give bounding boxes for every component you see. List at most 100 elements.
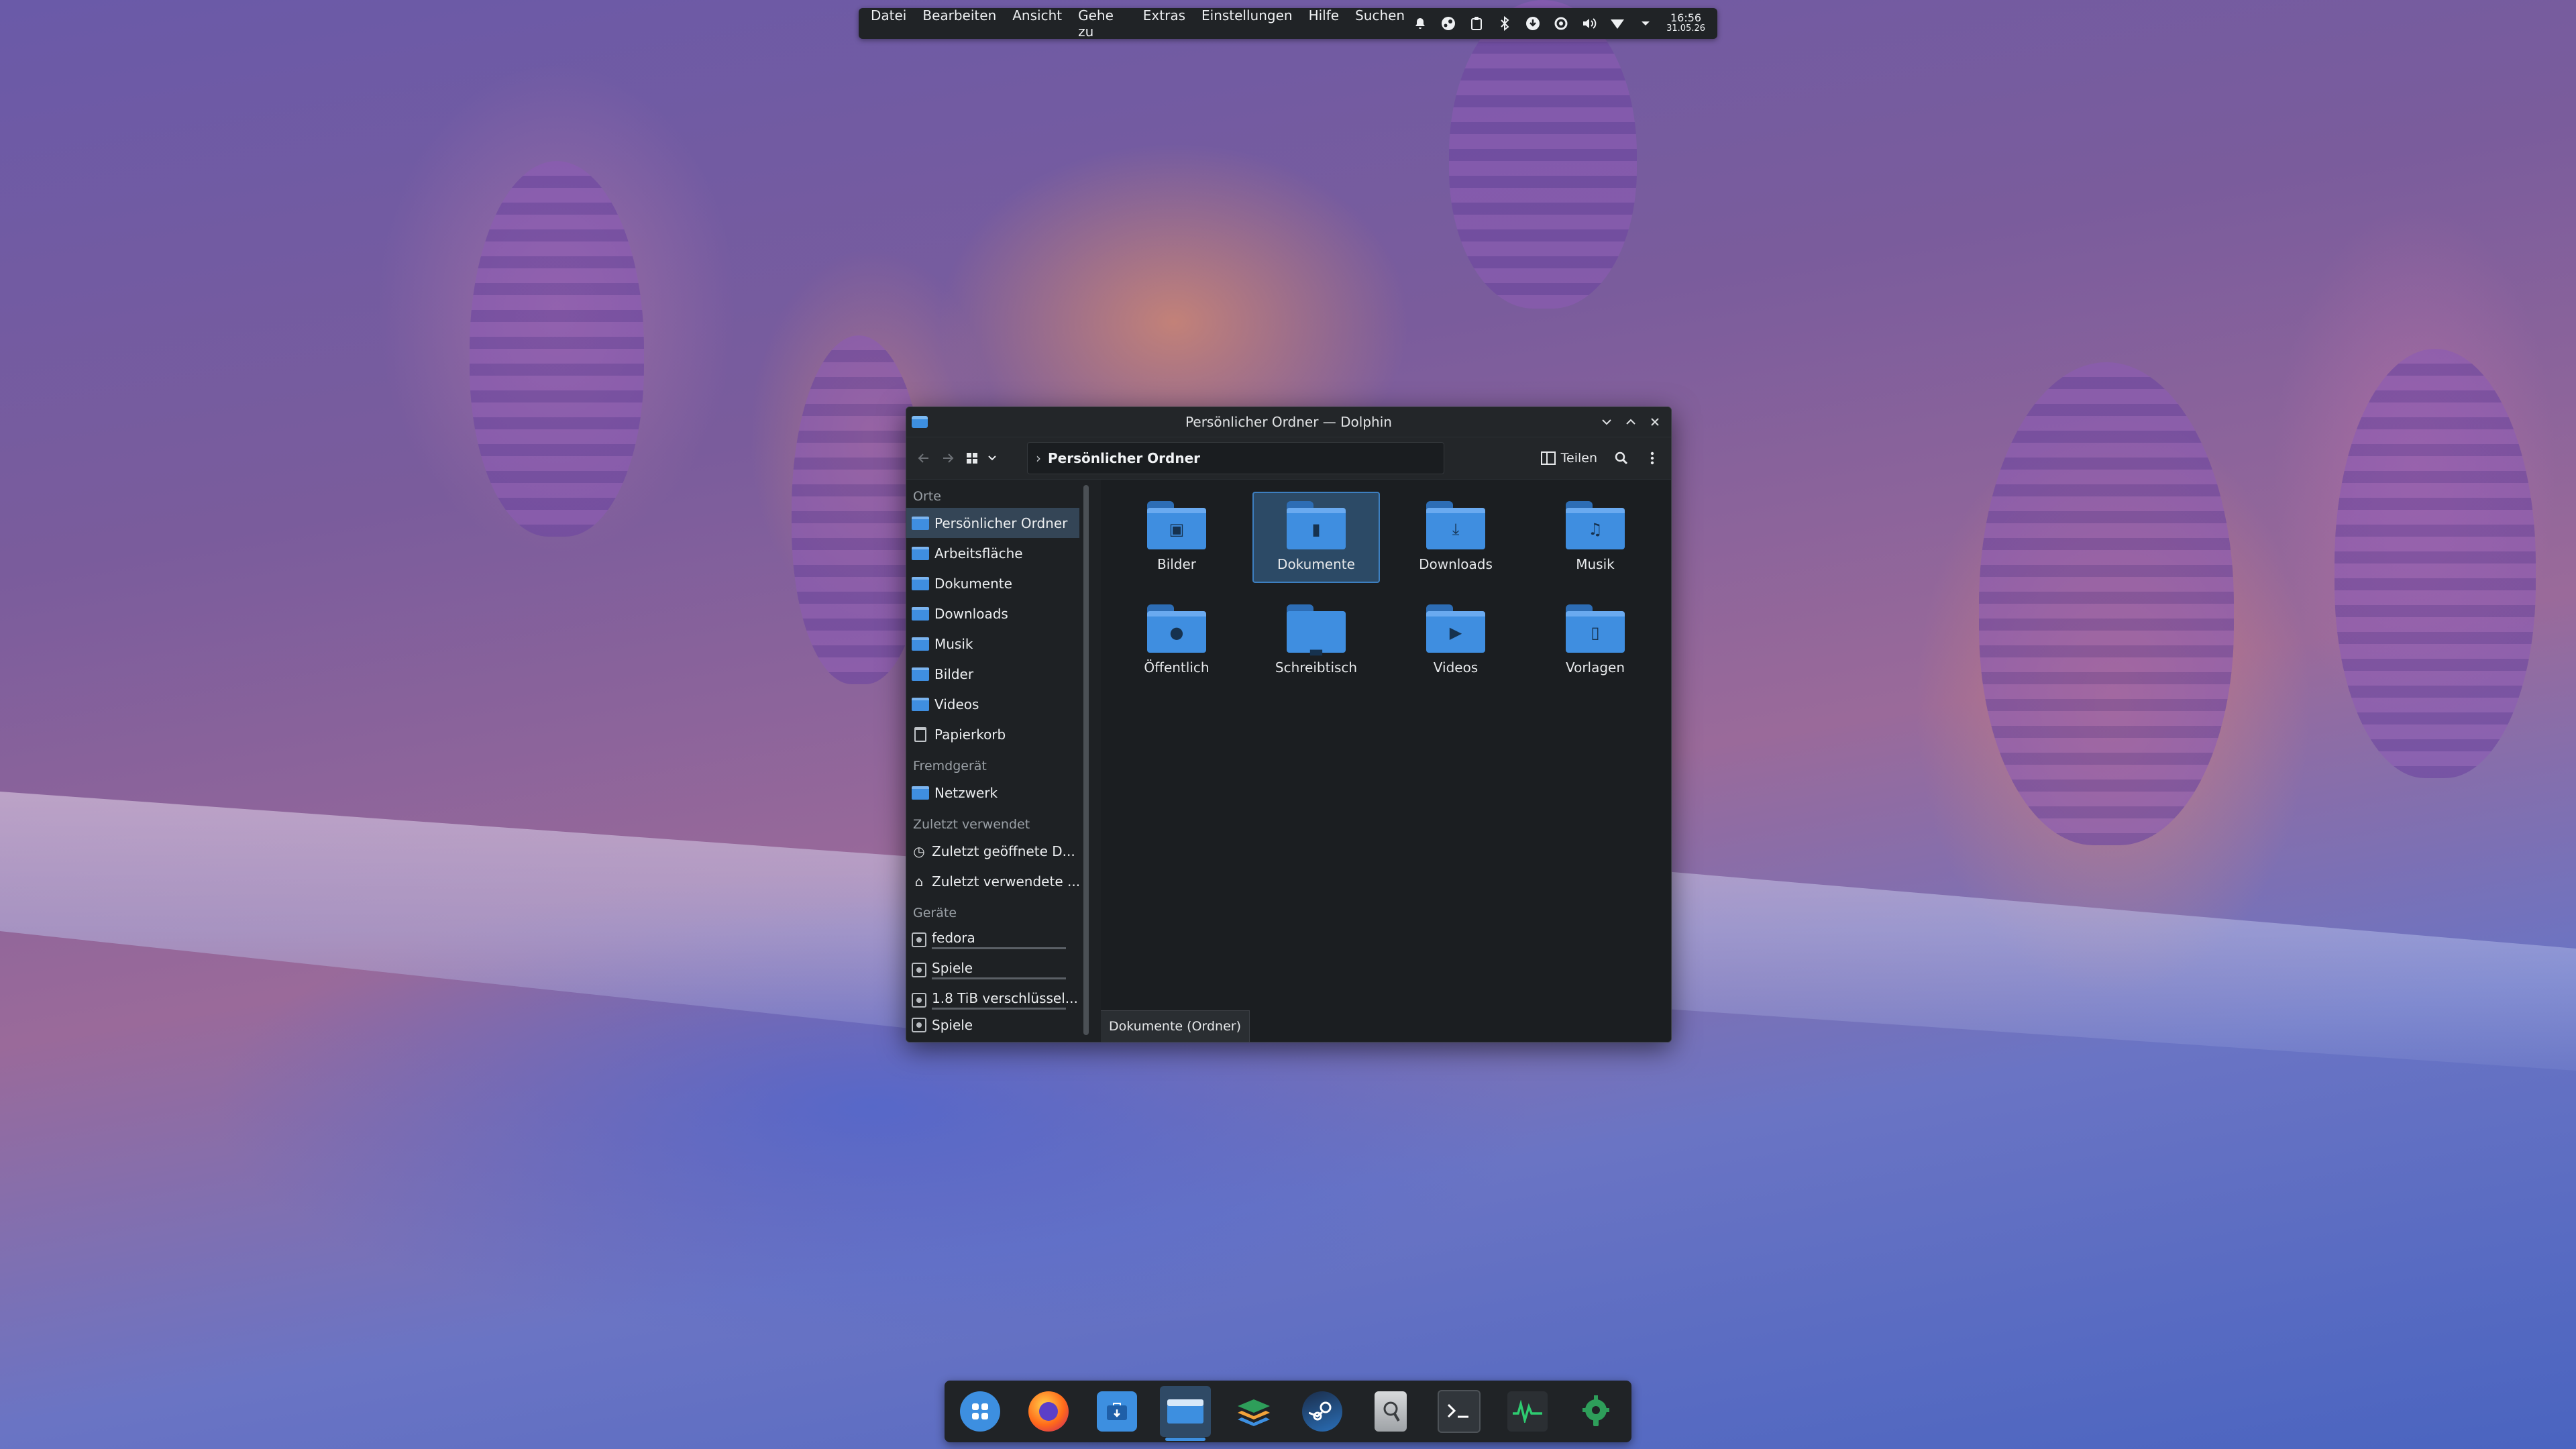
- steam-button[interactable]: [1297, 1386, 1348, 1437]
- volume-icon[interactable]: [1582, 16, 1597, 31]
- sidebar-item-videos[interactable]: Videos: [906, 689, 1079, 719]
- firefox-button[interactable]: [1023, 1386, 1074, 1437]
- network-icon[interactable]: [1610, 16, 1625, 31]
- toolbar-right: Teilen: [1540, 446, 1671, 470]
- videos-folder-icon: ▶: [1426, 604, 1485, 653]
- back-arrow-icon[interactable]: [912, 446, 936, 470]
- settings-tray-icon[interactable]: [1554, 16, 1568, 31]
- sidebar-item-device-fedora[interactable]: fedora: [906, 924, 1079, 955]
- kwallet-button[interactable]: [1365, 1386, 1416, 1437]
- menu-datei[interactable]: Datei: [859, 7, 914, 40]
- bell-icon[interactable]: [1413, 16, 1428, 31]
- folder-item-bilder[interactable]: ▣ Bilder: [1113, 492, 1240, 583]
- terminal-icon: [1438, 1390, 1481, 1433]
- sidebar-item-device-spiele[interactable]: Spiele: [906, 955, 1079, 985]
- sidebar-item-network[interactable]: Netzwerk: [906, 777, 1079, 808]
- downloads-folder-icon: ⤓: [1426, 501, 1485, 549]
- folder-item-dokumente[interactable]: ▮ Dokumente: [1252, 492, 1380, 583]
- documents-folder-icon: [912, 576, 929, 590]
- sidebar-item-label: Bilder: [934, 665, 974, 682]
- dolphin-button[interactable]: [1160, 1386, 1211, 1441]
- menu-gehe-zu[interactable]: Gehe zu: [1070, 7, 1135, 40]
- title-bar[interactable]: Persönlicher Ordner — Dolphin: [906, 407, 1671, 437]
- sidebar-item-label: Spiele: [932, 960, 973, 976]
- folder-label: Bilder: [1157, 556, 1197, 572]
- clock-date: 31.05.26: [1666, 23, 1705, 34]
- sidebar-item-music[interactable]: Musik: [906, 629, 1079, 659]
- close-icon[interactable]: [1647, 414, 1663, 430]
- expand-tray-icon[interactable]: [1638, 16, 1653, 31]
- sidebar-item-recent-files[interactable]: ◷ Zuletzt geöffnete D...: [906, 836, 1079, 866]
- sidebar-item-documents[interactable]: Dokumente: [906, 568, 1079, 598]
- breadcrumb-current[interactable]: Persönlicher Ordner: [1048, 450, 1200, 466]
- update-icon[interactable]: [1525, 16, 1540, 31]
- menu-einstellungen[interactable]: Einstellungen: [1193, 7, 1301, 40]
- folder-item-vorlagen[interactable]: ▯ Vorlagen: [1532, 595, 1659, 686]
- hamburger-menu-icon[interactable]: [1640, 446, 1664, 470]
- menu-suchen[interactable]: Suchen: [1347, 7, 1413, 40]
- file-view[interactable]: ▣ Bilder ▮ Dokumente ⤓ Downloads ♫ Musik…: [1101, 480, 1671, 1042]
- minimize-icon[interactable]: [1599, 414, 1615, 430]
- sidebar-item-recent-locations[interactable]: ⌂ Zuletzt verwendete ...: [906, 866, 1079, 896]
- menu-extras[interactable]: Extras: [1135, 7, 1193, 40]
- sidebar-item-label: Musik: [934, 635, 973, 652]
- disk-usage-bar: [932, 1008, 1066, 1010]
- pictures-folder-icon: [912, 667, 929, 681]
- wallpaper-cone: [470, 161, 644, 537]
- sidebar-item-trash[interactable]: Papierkorb: [906, 719, 1079, 749]
- digital-clock[interactable]: 16:56 31.05.26: [1666, 13, 1705, 34]
- sidebar-item-device-spiele-2[interactable]: Spiele: [906, 1015, 1079, 1035]
- terminal-button[interactable]: [1434, 1386, 1485, 1437]
- sidebar-item-device-encrypted[interactable]: 1.8 TiB verschlüssel...: [906, 985, 1079, 1015]
- status-bar: Dokumente (Ordner): [1101, 1010, 1250, 1042]
- discover-button[interactable]: [1091, 1386, 1142, 1437]
- folder-item-videos[interactable]: ▶ Videos: [1392, 595, 1519, 686]
- system-monitor-button[interactable]: [1502, 1386, 1553, 1437]
- templates-folder-icon: ▯: [1566, 604, 1625, 653]
- sidebar-item-label: Spiele: [932, 1017, 973, 1033]
- folder-label: Dokumente: [1277, 556, 1355, 572]
- sidebar-item-label: Arbeitsfläche: [934, 545, 1023, 561]
- maximize-icon[interactable]: [1623, 414, 1639, 430]
- folder-item-oeffentlich[interactable]: ● Öffentlich: [1113, 595, 1240, 686]
- sidebar-item-home[interactable]: Persönlicher Ordner: [906, 508, 1079, 538]
- trash-icon: [914, 727, 926, 742]
- split-button[interactable]: Teilen: [1540, 451, 1603, 466]
- view-mode-chevron-icon[interactable]: [984, 446, 1000, 470]
- sidebar-item-desktop[interactable]: Arbeitsfläche: [906, 538, 1079, 568]
- folder-item-schreibtisch[interactable]: ▬ Schreibtisch: [1252, 595, 1380, 686]
- bluetooth-icon[interactable]: [1497, 16, 1512, 31]
- sidebar-scrollbar[interactable]: [1083, 485, 1089, 1035]
- search-icon[interactable]: [1609, 446, 1633, 470]
- file-grid: ▣ Bilder ▮ Dokumente ⤓ Downloads ♫ Musik…: [1101, 480, 1671, 686]
- drive-icon: [912, 992, 926, 1008]
- home-folder-icon: [912, 516, 929, 530]
- folder-item-downloads[interactable]: ⤓ Downloads: [1392, 492, 1519, 583]
- desktop-folder-icon: [912, 546, 929, 560]
- wallpaper-cone: [2334, 349, 2536, 778]
- sidebar-item-pictures[interactable]: Bilder: [906, 659, 1079, 689]
- sidebar-item-label: Dokumente: [934, 575, 1012, 592]
- menu-hilfe[interactable]: Hilfe: [1301, 7, 1348, 40]
- documents-folder-icon: ▮: [1287, 501, 1346, 549]
- stacks-button[interactable]: [1228, 1386, 1279, 1437]
- places-panel: Orte Persönlicher Ordner Arbeitsfläche D…: [906, 480, 1089, 1042]
- location-bar[interactable]: › Persönlicher Ordner: [1027, 442, 1444, 474]
- clipboard-icon[interactable]: [1469, 16, 1484, 31]
- breadcrumb-chevron-icon[interactable]: ›: [1036, 450, 1041, 466]
- disk-usage-bar: [932, 947, 1066, 949]
- sidebar-item-downloads[interactable]: Downloads: [906, 598, 1079, 629]
- sidebar-item-label: fedora: [932, 930, 975, 946]
- menu-ansicht[interactable]: Ansicht: [1004, 7, 1070, 40]
- steam-tray-icon[interactable]: [1441, 16, 1456, 31]
- forward-arrow-icon[interactable]: [936, 446, 960, 470]
- stacks-icon: [1234, 1391, 1274, 1432]
- folder-item-musik[interactable]: ♫ Musik: [1532, 492, 1659, 583]
- main-toolbar: › Persönlicher Ordner Teilen: [906, 437, 1671, 480]
- kde-connect-button[interactable]: [1570, 1386, 1621, 1437]
- icon-view-icon[interactable]: [960, 446, 984, 470]
- app-launcher-button[interactable]: [955, 1386, 1006, 1437]
- sidebar-item-label: Papierkorb: [934, 726, 1006, 743]
- menu-bearbeiten[interactable]: Bearbeiten: [914, 7, 1004, 40]
- split-label: Teilen: [1560, 451, 1597, 466]
